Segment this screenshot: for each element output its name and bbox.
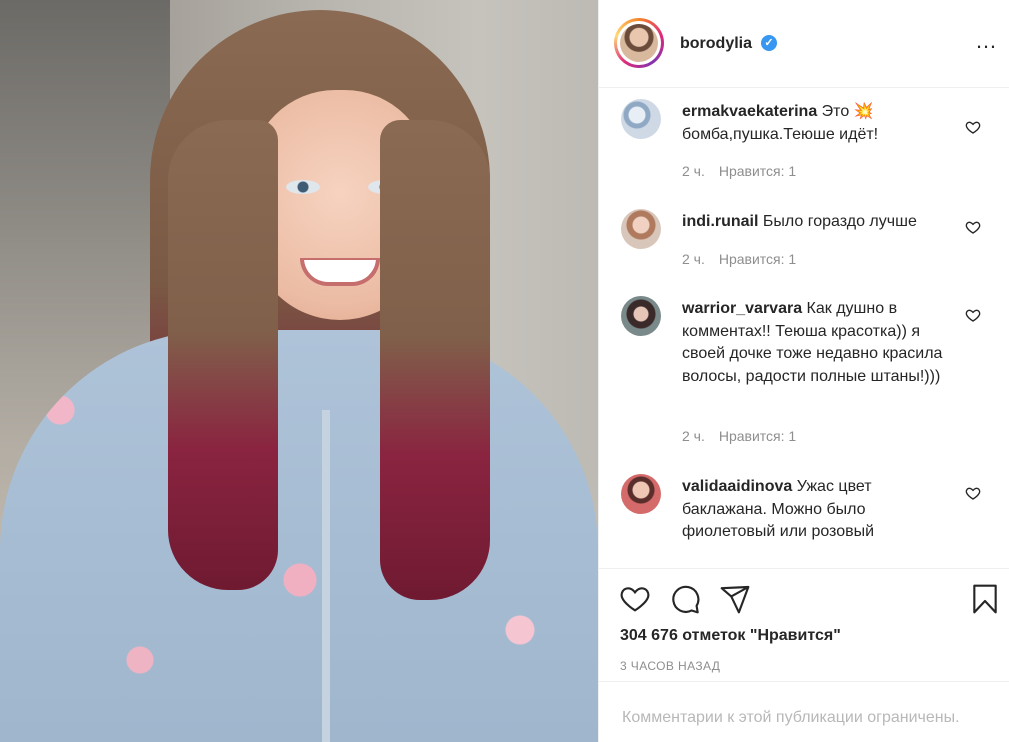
like-heart-icon[interactable] bbox=[619, 583, 651, 615]
share-icon[interactable] bbox=[719, 583, 751, 615]
bookmark-icon[interactable] bbox=[969, 583, 1001, 615]
author-avatar[interactable] bbox=[614, 18, 664, 68]
post-actions-bar: 304 676 отметок "Нравится" 3 ЧАСОВ НАЗАД bbox=[599, 568, 1009, 682]
comments-restricted-notice: Комментарии к этой публикации ограничены… bbox=[622, 709, 960, 726]
comment-text: indi.runail Было гораздо лучше bbox=[682, 211, 952, 234]
comment-likes[interactable]: Нравится: 1 bbox=[719, 251, 796, 267]
post-side-panel: borodylia ✓ … ermakvaekaterina Это 💥 бом… bbox=[598, 0, 1009, 742]
photo-hair-right bbox=[380, 120, 490, 600]
commenter-avatar[interactable] bbox=[621, 474, 661, 514]
verified-badge-icon: ✓ bbox=[761, 35, 777, 51]
author-avatar-image bbox=[620, 24, 658, 62]
comment-time[interactable]: 2 ч. bbox=[682, 428, 705, 444]
comments-list[interactable]: ermakvaekaterina Это 💥 бомба,пушка.Теюше… bbox=[599, 89, 1009, 568]
avatar-ring-inner bbox=[617, 21, 661, 65]
photo-eye-left bbox=[286, 180, 320, 194]
post-photo[interactable] bbox=[0, 0, 598, 742]
comment-username[interactable]: validaaidinova bbox=[682, 478, 792, 495]
likes-count[interactable]: 304 676 отметок "Нравится" bbox=[620, 627, 841, 645]
comment-icon[interactable] bbox=[669, 583, 701, 615]
comment-time[interactable]: 2 ч. bbox=[682, 251, 705, 267]
comment-meta: 2 ч. Нравится: 1 bbox=[682, 163, 796, 179]
comment-like-heart-icon[interactable] bbox=[965, 307, 981, 323]
comment-likes[interactable]: Нравится: 1 bbox=[719, 163, 796, 179]
comment-likes[interactable]: Нравится: 1 bbox=[719, 428, 796, 444]
author-username[interactable]: borodylia bbox=[680, 35, 752, 53]
post-timestamp[interactable]: 3 ЧАСОВ НАЗАД bbox=[620, 659, 720, 673]
comment-meta: 2 ч. Нравится: 1 bbox=[682, 428, 796, 444]
commenter-avatar[interactable] bbox=[621, 296, 661, 336]
comment-meta: 2 ч. Нравится: 1 bbox=[682, 251, 796, 267]
photo-hair-left bbox=[168, 120, 278, 590]
comment-text: warrior_varvara Как душно в комментах!! … bbox=[682, 298, 952, 388]
comment-text: ermakvaekaterina Это 💥 бомба,пушка.Теюше… bbox=[682, 101, 952, 146]
photo-jacket bbox=[0, 330, 598, 742]
comment-username[interactable]: indi.runail bbox=[682, 213, 758, 230]
comment-username[interactable]: warrior_varvara bbox=[682, 300, 802, 317]
commenter-avatar[interactable] bbox=[621, 99, 661, 139]
comment-like-heart-icon[interactable] bbox=[965, 485, 981, 501]
comment-body: Было гораздо лучше bbox=[762, 213, 917, 230]
comment-username[interactable]: ermakvaekaterina bbox=[682, 103, 817, 120]
comment-text: validaaidinova Ужас цвет баклажана. Можн… bbox=[682, 476, 952, 544]
comment-like-heart-icon[interactable] bbox=[965, 219, 981, 235]
comment-time[interactable]: 2 ч. bbox=[682, 163, 705, 179]
commenter-avatar[interactable] bbox=[621, 209, 661, 249]
comment-like-heart-icon[interactable] bbox=[965, 119, 981, 135]
post-header: borodylia ✓ … bbox=[599, 0, 1009, 88]
photo-zipper bbox=[322, 410, 330, 742]
more-options-icon[interactable]: … bbox=[975, 30, 998, 52]
